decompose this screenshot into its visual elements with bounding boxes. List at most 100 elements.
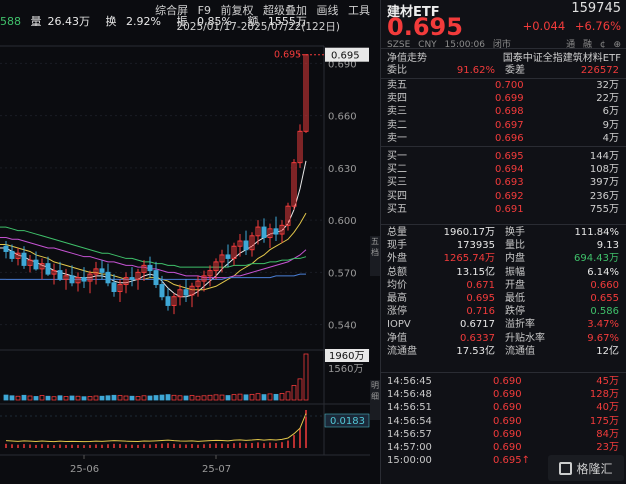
candle-body [57, 270, 63, 280]
tick-price: 0.690 [493, 415, 522, 427]
volume-bar [201, 395, 207, 401]
stat-label: 现手 [387, 240, 407, 252]
divider [381, 224, 626, 225]
bid-price: 0.695 [495, 151, 524, 162]
stat-row: 外盘 1265.74万 内盘 694.43万 [387, 252, 623, 265]
candle-body [3, 245, 9, 252]
candle-body [111, 282, 117, 293]
bid-level-label: 买四 [387, 190, 407, 202]
quote-panel: 建材ETF 159745 0.695 +0.044 +6.76% SZSE CN… [380, 0, 626, 484]
volume-bar [87, 396, 93, 401]
kline-chart-pane[interactable]: 综合屏 F9 前复权 超级叠加 画线 工具 588 量 26.43万 换 2.92… [0, 0, 380, 484]
ask-price: 0.699 [495, 93, 524, 105]
volume-bar [267, 393, 273, 401]
bid-volume: 144万 [589, 151, 619, 162]
tick-time: 15:00:00 [387, 455, 432, 467]
tick-volume: 45万 [596, 376, 619, 387]
stat-value: 694.43万 [574, 253, 619, 265]
tick-price: 0.690 [493, 441, 522, 453]
bid-row: 买五 0.691 755万 [387, 203, 623, 216]
stat-label: 开盘 [505, 279, 525, 291]
price-change: +0.044 +6.76% [517, 19, 621, 33]
tick-time: 14:56:45 [387, 376, 432, 387]
tick-time: 14:56:57 [387, 428, 432, 440]
stat-label: 最低 [505, 292, 525, 304]
bid-level-label: 买一 [387, 151, 407, 162]
stat-label: 涨停 [387, 306, 407, 318]
volume-bar [159, 394, 165, 401]
volume-bar [237, 393, 243, 401]
volume-bar [129, 395, 135, 401]
bid-row: 买三 0.693 397万 [387, 176, 623, 189]
stat-label: 升贴水率 [505, 332, 545, 344]
date-label: 25-07 [202, 464, 231, 475]
side-tab-details[interactable]: 明 细 [370, 380, 380, 420]
stat-label: IOPV [387, 319, 411, 331]
ask-volume: 4万 [602, 132, 619, 144]
volume-bar [285, 391, 291, 401]
candle-body [273, 228, 279, 235]
tick-price: 0.690 [493, 428, 522, 440]
stat-row: 总额 13.15亿 振幅 6.14% [387, 266, 623, 279]
volume-bar [105, 395, 111, 401]
tick-volume: 175万 [589, 415, 619, 427]
stat-value: 17.53亿 [456, 345, 495, 357]
nav-trend-row[interactable]: 净值走势 国泰中证全指建筑材料ETF [387, 49, 623, 64]
kline-svg[interactable]: 0.6900.6600.6300.6000.5700.5400.695 0.695… [0, 0, 370, 484]
candle-body [159, 284, 165, 298]
tick-price: 0.690 [493, 402, 522, 414]
change-abs: +0.044 [522, 19, 566, 33]
stat-value: 173935 [456, 240, 495, 252]
tick-time: 14:56:48 [387, 389, 432, 401]
bid-level-label: 买二 [387, 164, 407, 176]
volume-bar [39, 395, 45, 401]
bid-row: 买二 0.694 108万 [387, 163, 623, 176]
tick-list[interactable]: 14:56:45 0.690 45万 14:56:48 0.690 128万 14:56:5… [387, 375, 623, 467]
bid-volume: 755万 [589, 203, 619, 215]
stat-row: 净值 0.6337 升贴水率 9.67% [387, 332, 623, 345]
tick-volume: 40万 [596, 402, 619, 414]
volume-bar [165, 394, 171, 401]
volume-bar [249, 393, 255, 401]
stat-label: 最高 [387, 292, 407, 304]
watermark-logo: 格隆汇 [548, 455, 624, 481]
logo-icon [559, 461, 573, 475]
stat-row: 均价 0.671 开盘 0.660 [387, 279, 623, 292]
bid-price: 0.693 [495, 177, 524, 189]
volume-bar [231, 394, 237, 401]
stat-label: 流通盘 [387, 345, 417, 357]
side-tab-orderbook[interactable]: 五 档 [370, 236, 380, 276]
volume-bar [3, 394, 9, 401]
fund-code: 159745 [571, 1, 621, 16]
tick-time: 14:56:51 [387, 402, 432, 414]
bid-volume: 236万 [589, 190, 619, 202]
volume-bar [147, 395, 153, 401]
stat-label: 流通值 [505, 345, 535, 357]
tick-row: 14:56:45 0.690 45万 [387, 375, 623, 388]
tick-price: 0.695↑ [493, 455, 531, 467]
candle-body [69, 275, 75, 284]
weibi-row: 委比 91.62% 委差 226572 [387, 64, 623, 77]
nav-trend-label[interactable]: 净值走势 [387, 49, 427, 64]
tick-row: 14:56:51 0.690 40万 [387, 401, 623, 414]
stat-row: 涨停 0.716 跌停 0.586 [387, 305, 623, 318]
volume-bar [153, 395, 159, 401]
ask-row: 卖五 0.700 32万 [387, 79, 623, 92]
volume-bar [75, 395, 81, 401]
volume-bar [123, 395, 129, 401]
change-pct: +6.76% [574, 19, 621, 33]
weicha-label: 委差 [505, 65, 525, 76]
stat-label: 净值 [387, 332, 407, 344]
stat-row: 总量 1960.17万 换手 111.84% [387, 226, 623, 239]
volume-tick-label: 1560万 [328, 364, 363, 375]
stat-row: IOPV 0.6717 溢折率 3.47% [387, 318, 623, 331]
stat-label: 溢折率 [505, 319, 535, 331]
volume-bar [117, 395, 123, 401]
volume-bar [111, 394, 117, 401]
volume-bar [255, 393, 261, 401]
volume-bar [225, 395, 231, 401]
stat-value: 111.84% [574, 227, 620, 238]
stat-value: 1960.17万 [443, 227, 495, 238]
stat-value: 0.660 [590, 279, 619, 291]
ask-level-label: 卖一 [387, 132, 407, 144]
